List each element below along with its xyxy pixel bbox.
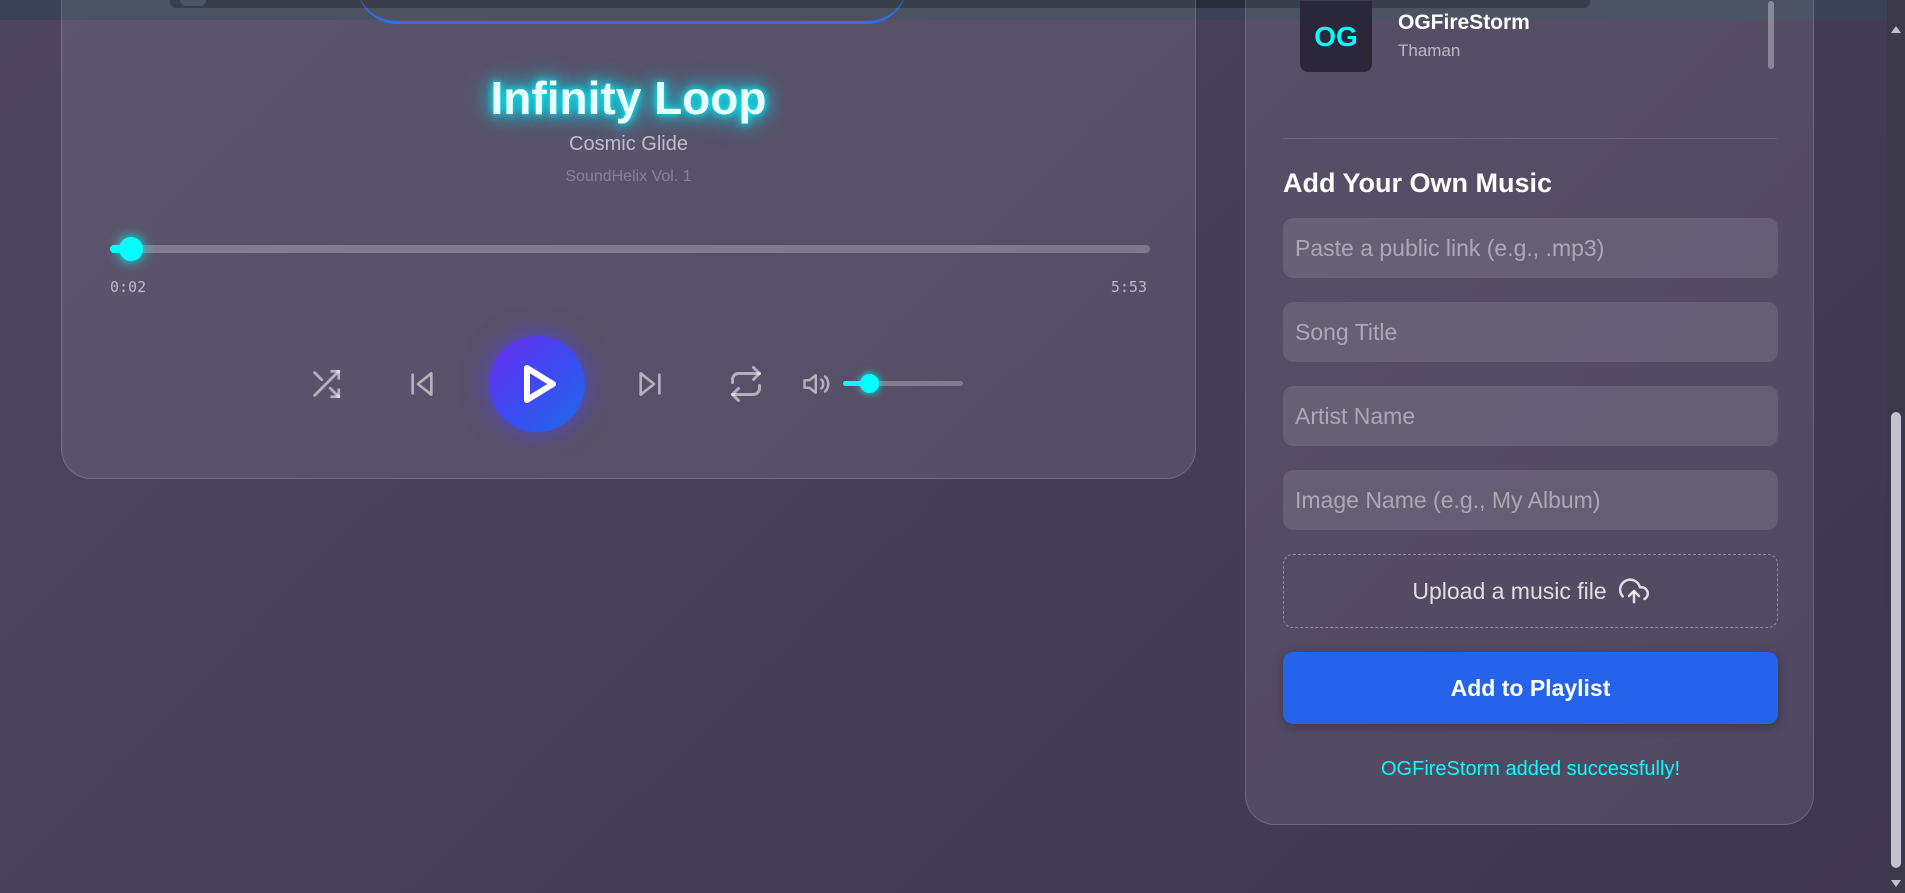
repeat-button[interactable] [725,363,767,405]
page-scrollbar[interactable] [1887,0,1905,893]
play-button[interactable] [489,336,585,432]
success-message: OGFireStorm added successfully! [1381,758,1680,780]
song-title: Infinity Loop [490,72,767,124]
progress-thumb[interactable] [118,237,143,261]
scroll-up-icon[interactable] [1891,26,1901,33]
cloud-upload-icon [1618,578,1649,604]
scroll-down-icon[interactable] [1891,880,1901,887]
skip-previous-icon [411,372,433,396]
add-to-playlist-button[interactable]: Add to Playlist [1283,652,1778,724]
volume-slider[interactable] [843,374,963,393]
form-heading: Add Your Own Music [1283,168,1553,198]
playlist-item[interactable]: OG OGFireStorm Thaman [1300,1,1780,72]
player-card: Infinity Loop Cosmic Glide SoundHelix Vo… [61,0,1196,479]
album-art-edge [357,0,907,24]
playlist-item-title: OGFireStorm [1398,11,1530,34]
upload-file-button[interactable]: Upload a music file [1283,554,1778,628]
song-artist: Cosmic Glide [569,133,688,155]
shuffle-icon [313,369,341,399]
shuffle-button[interactable] [305,363,347,405]
repeat-icon [731,366,761,402]
current-time: 0:02 [110,278,147,296]
volume-thumb[interactable] [860,374,880,393]
divider [1283,138,1777,139]
volume-button[interactable] [799,366,835,402]
playlist-thumbnail: OG [1300,1,1372,72]
skip-next-icon [639,372,661,396]
total-time: 5:53 [1110,278,1147,296]
progress-bar[interactable] [110,237,1150,261]
image-name-input[interactable] [1283,470,1778,530]
song-title-input[interactable] [1283,302,1778,362]
page-scroll-thumb[interactable] [1891,412,1901,868]
artist-name-input[interactable] [1283,386,1778,446]
next-button[interactable] [629,363,671,405]
song-album: SoundHelix Vol. 1 [565,168,692,185]
play-icon [524,365,556,403]
playlist-item-artist: Thaman [1398,41,1461,60]
link-input[interactable] [1283,218,1778,278]
playlist-scrollbar[interactable] [1768,1,1774,69]
side-panel: OG OGFireStorm Thaman Add Your Own Music… [1245,0,1814,825]
volume-icon [803,374,830,394]
upload-label: Upload a music file [1412,577,1607,604]
previous-button[interactable] [401,363,443,405]
